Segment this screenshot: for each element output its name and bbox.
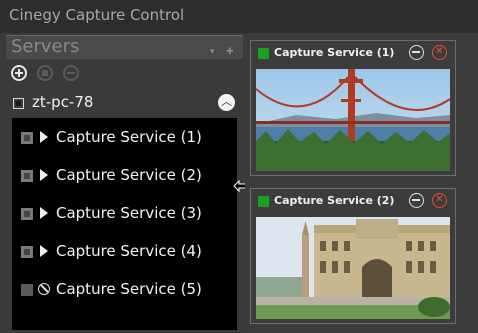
monitor-panel: Capture Service (1) ✕ Capture Service (2…	[245, 33, 478, 333]
close-icon[interactable]: ✕	[432, 193, 447, 208]
minimize-icon[interactable]	[409, 193, 424, 208]
monitor-tile-2[interactable]: Capture Service (2) ✕	[250, 188, 456, 324]
service-label: Capture Service (4)	[56, 242, 202, 260]
monitor-title: Capture Service (2)	[274, 194, 395, 207]
servers-panel-header: Servers ▾ ✚	[6, 35, 243, 59]
disabled-circle-icon	[38, 283, 50, 295]
server-checkbox[interactable]	[13, 98, 24, 109]
list-circle-icon[interactable]	[37, 65, 53, 81]
chevron-up-icon[interactable]: ︿	[218, 94, 235, 111]
monitor-tile-1[interactable]: Capture Service (1) ✕	[250, 40, 456, 176]
panel-menu-icon[interactable]: ▾	[210, 41, 215, 63]
service-row-5[interactable]: Capture Service (5)	[12, 275, 237, 305]
service-row-1[interactable]: Capture Service (1)	[12, 123, 237, 153]
servers-panel-title: Servers	[11, 36, 80, 57]
minus-circle-icon[interactable]	[63, 65, 79, 81]
status-indicator	[258, 48, 269, 59]
monitor-tile-header: Capture Service (1) ✕	[251, 41, 455, 65]
status-indicator	[258, 196, 269, 207]
minimize-icon[interactable]	[409, 45, 424, 60]
plus-circle-icon[interactable]	[11, 65, 27, 81]
service-label: Capture Service (5)	[56, 280, 202, 298]
play-arrow-icon[interactable]	[40, 207, 48, 219]
service-row-4[interactable]: Capture Service (4)	[12, 237, 237, 267]
server-name: zt-pc-78	[32, 93, 94, 111]
service-checkbox[interactable]	[21, 208, 33, 220]
service-label: Capture Service (1)	[56, 128, 202, 146]
video-preview	[256, 217, 450, 319]
pin-icon[interactable]: ✚	[226, 41, 234, 63]
monitor-title: Capture Service (1)	[274, 46, 395, 59]
service-row-2[interactable]: Capture Service (2)	[12, 161, 237, 191]
play-arrow-icon[interactable]	[40, 131, 48, 143]
close-icon[interactable]: ✕	[432, 45, 447, 60]
play-arrow-icon[interactable]	[40, 169, 48, 181]
monitor-tile-header: Capture Service (2) ✕	[251, 189, 455, 213]
service-checkbox[interactable]	[21, 170, 33, 182]
servers-panel: Servers ▾ ✚ zt-pc-78 ︿ Capture Service (…	[6, 33, 243, 333]
video-preview	[256, 69, 450, 171]
service-checkbox[interactable]	[21, 132, 33, 144]
service-label: Capture Service (2)	[56, 166, 202, 184]
server-row[interactable]: zt-pc-78 ︿	[6, 91, 243, 117]
play-arrow-icon[interactable]	[40, 245, 48, 257]
service-checkbox[interactable]	[21, 284, 33, 296]
service-checkbox[interactable]	[21, 246, 33, 258]
service-label: Capture Service (3)	[56, 204, 202, 222]
service-row-3[interactable]: Capture Service (3)	[12, 199, 237, 229]
service-list: Capture Service (1) Capture Service (2) …	[12, 118, 237, 330]
window-title: Cinegy Capture Control	[0, 0, 478, 33]
